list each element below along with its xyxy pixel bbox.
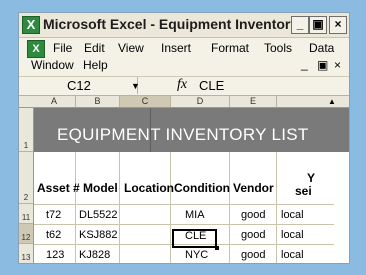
doc-minimize-button[interactable]: _: [301, 57, 308, 71]
title-divider: [150, 108, 151, 152]
menu-view[interactable]: View: [118, 41, 144, 55]
header-partial-2[interactable]: sei: [295, 184, 312, 198]
gridline: [229, 152, 230, 263]
gridline: [170, 152, 171, 263]
cell-a12[interactable]: t62: [46, 229, 61, 241]
column-header-d[interactable]: D: [171, 96, 230, 107]
window-title: Microsoft Excel - Equipment Inventory.xl…: [43, 16, 321, 32]
cell-reference: C12: [67, 78, 91, 93]
close-button[interactable]: ×: [329, 16, 347, 34]
menu-file[interactable]: File: [53, 41, 72, 55]
cell-b12[interactable]: KSJ882: [79, 229, 118, 241]
row-header-11[interactable]: 11: [19, 204, 33, 224]
menu-data[interactable]: Data: [309, 41, 334, 55]
cell-c11[interactable]: MIA: [185, 209, 205, 221]
header-model[interactable]: Model: [83, 181, 118, 195]
title-bar: X Microsoft Excel - Equipment Inventory.…: [19, 13, 349, 38]
column-headers: A B C D E: [19, 96, 349, 108]
cell-e11[interactable]: local: [281, 209, 304, 221]
restore-button[interactable]: ▣: [309, 16, 327, 34]
gridline: [119, 152, 120, 263]
sheet-title: EQUIPMENT INVENTORY LIST: [57, 125, 309, 144]
name-box-dropdown-icon[interactable]: ▼: [131, 81, 140, 91]
gridline: [34, 204, 334, 205]
header-condition[interactable]: Condition: [174, 181, 230, 195]
cell-b13[interactable]: KJ828: [79, 249, 110, 261]
menu-insert[interactable]: Insert: [161, 41, 191, 55]
column-header-e[interactable]: E: [230, 96, 277, 107]
minimize-button[interactable]: _: [291, 16, 309, 34]
gridline: [34, 224, 334, 225]
excel-app-icon[interactable]: X: [22, 16, 40, 34]
doc-close-button[interactable]: ×: [334, 58, 341, 72]
row-header-13[interactable]: 13: [19, 244, 33, 263]
insert-function-icon[interactable]: fx: [177, 77, 187, 93]
menu-window[interactable]: Window: [31, 58, 74, 72]
workbook-icon[interactable]: X: [27, 40, 45, 58]
menu-edit[interactable]: Edit: [84, 41, 105, 55]
fill-handle[interactable]: [215, 246, 219, 250]
name-box[interactable]: C12 ▼: [19, 77, 140, 94]
row-header-12[interactable]: 12: [19, 224, 33, 244]
cell-a11[interactable]: t72: [46, 209, 61, 221]
cell-e12[interactable]: local: [281, 229, 304, 241]
excel-window: X Microsoft Excel - Equipment Inventory.…: [18, 12, 350, 264]
row-header-2[interactable]: 2: [19, 152, 33, 204]
column-header-b[interactable]: B: [76, 96, 120, 107]
cell-d12[interactable]: good: [241, 229, 265, 241]
gridline: [276, 152, 277, 263]
cell-d13[interactable]: good: [241, 249, 265, 261]
row-headers: 1 2 11 12 13: [19, 108, 34, 263]
scroll-up-icon[interactable]: ▲: [325, 97, 339, 107]
cell-c13[interactable]: NYC: [185, 249, 208, 261]
header-partial-1[interactable]: Y: [307, 171, 315, 185]
column-header-c[interactable]: C: [120, 96, 171, 107]
row-header-1[interactable]: 1: [19, 108, 33, 152]
column-header-a[interactable]: A: [33, 96, 76, 107]
formula-bar: C12 ▼ fx CLE: [19, 77, 349, 96]
header-location[interactable]: Location: [124, 181, 174, 195]
formula-input[interactable]: CLE: [199, 78, 224, 93]
menu-tools[interactable]: Tools: [264, 41, 292, 55]
cell-b11[interactable]: DL5522: [79, 209, 118, 221]
gridline: [75, 152, 76, 263]
cell-a13[interactable]: 123: [46, 249, 64, 261]
cell-d11[interactable]: good: [241, 209, 265, 221]
doc-restore-button[interactable]: ▣: [317, 58, 328, 72]
menu-help[interactable]: Help: [83, 58, 108, 72]
menu-bar: X File Edit View Insert Format Tools Dat…: [19, 38, 349, 77]
menu-format[interactable]: Format: [211, 41, 249, 55]
active-cell-border[interactable]: [172, 229, 217, 248]
cell-e13[interactable]: local: [281, 249, 304, 261]
header-vendor[interactable]: Vendor: [233, 181, 274, 195]
header-asset[interactable]: Asset #: [37, 181, 80, 195]
